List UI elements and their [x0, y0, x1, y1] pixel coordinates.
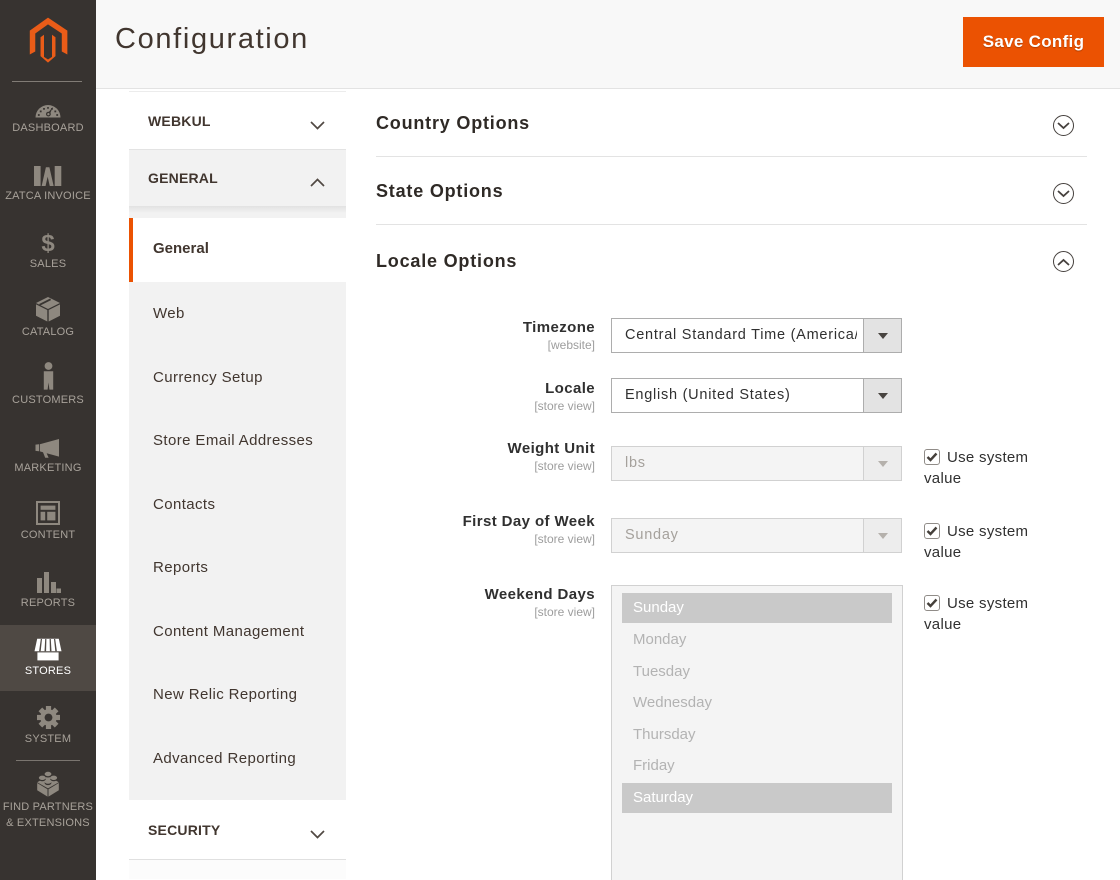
svg-text:$: $: [41, 230, 55, 254]
